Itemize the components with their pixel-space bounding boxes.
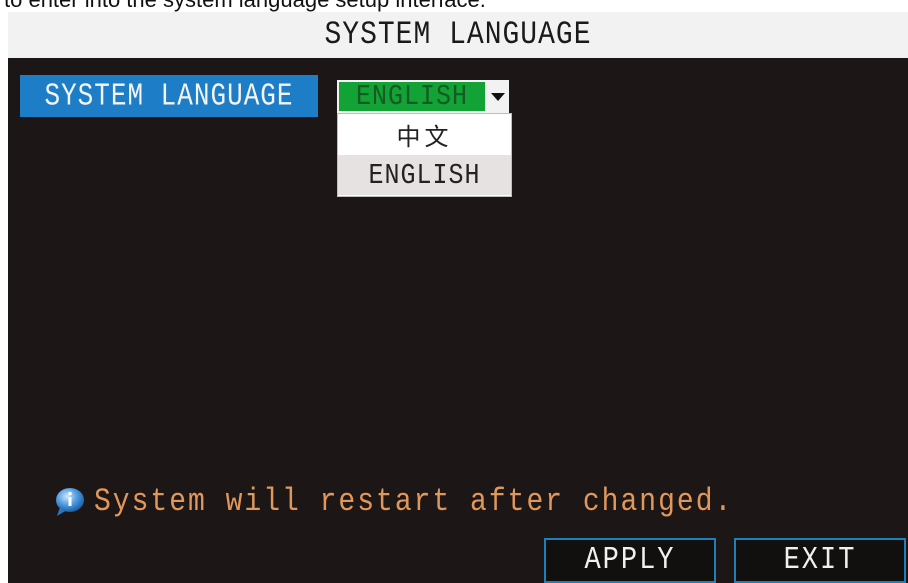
language-option-chinese[interactable]: 中文 — [338, 114, 511, 154]
language-dropdown-list: 中文 ENGLISH — [337, 113, 512, 197]
page-caption: to enter into the system language setup … — [0, 0, 908, 12]
system-language-label-text: SYSTEM LANGUAGE — [44, 78, 294, 114]
exit-button[interactable]: EXIT — [734, 538, 906, 583]
window-title: SYSTEM LANGUAGE — [324, 17, 592, 53]
language-select-value-text: ENGLISH — [355, 79, 469, 114]
language-option-label: ENGLISH — [368, 158, 481, 192]
language-select[interactable]: ENGLISH — [337, 80, 509, 113]
exit-button-label: EXIT — [783, 543, 857, 578]
system-language-label: SYSTEM LANGUAGE — [20, 75, 318, 117]
apply-button[interactable]: APPLY — [544, 538, 716, 583]
language-option-english[interactable]: ENGLISH — [338, 155, 511, 195]
chevron-down-icon[interactable] — [489, 82, 507, 111]
info-bubble-icon — [52, 485, 86, 519]
language-option-label: 中文 — [396, 122, 453, 151]
title-bar: SYSTEM LANGUAGE — [8, 12, 908, 58]
restart-notice: System will restart after changed. — [52, 482, 733, 522]
language-select-value[interactable]: ENGLISH — [339, 79, 485, 114]
apply-button-label: APPLY — [584, 543, 676, 578]
system-language-screen: SYSTEM LANGUAGE SYSTEM LANGUAGE ENGLISH … — [8, 12, 908, 583]
notice-text: System will restart after changed. — [94, 484, 734, 520]
